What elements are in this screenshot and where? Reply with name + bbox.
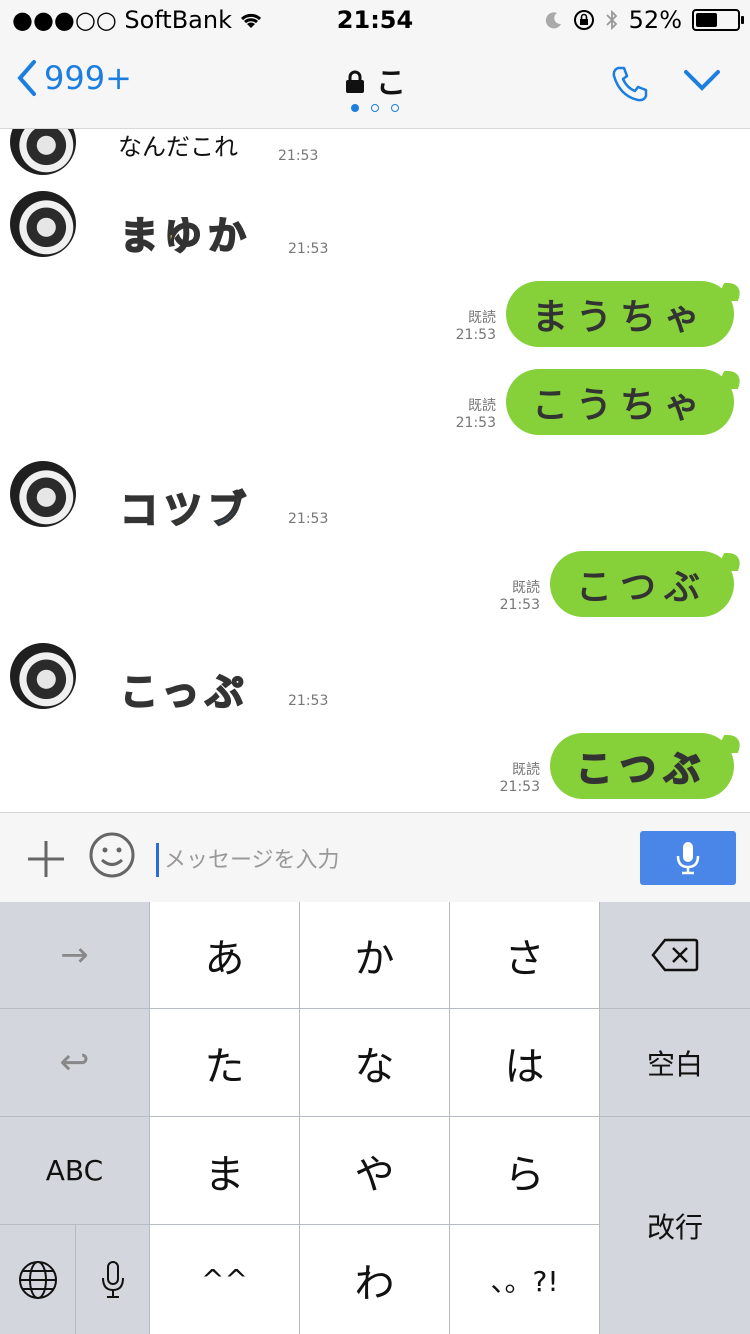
- arrow-right-icon: →: [60, 935, 89, 975]
- page-dot: [371, 104, 379, 112]
- message-time: 21:53: [455, 415, 496, 431]
- message-time: 21:53: [288, 241, 329, 257]
- message-time: 21:53: [288, 693, 329, 709]
- chat-history[interactable]: なんだこれ 21:53 まゆか 21:53 既読 21:53 まうちゃ 既読 2…: [0, 129, 750, 812]
- battery-percent: 52%: [628, 6, 682, 34]
- smile-icon: [89, 832, 135, 878]
- avatar[interactable]: [10, 191, 76, 257]
- read-receipt: 既読: [468, 398, 496, 414]
- sticker-char: ゆ: [163, 213, 209, 259]
- sent-bubble[interactable]: まうちゃ: [506, 281, 734, 347]
- sticker-char: ま: [119, 213, 165, 259]
- message-row: 既読 21:53 こつぶ: [0, 733, 750, 803]
- dictation-key[interactable]: [76, 1225, 150, 1334]
- avatar[interactable]: [10, 461, 76, 527]
- message-row: 既読 21:53 こつぶ: [0, 551, 750, 621]
- next-candidate-key[interactable]: →: [0, 902, 150, 1009]
- sticker-char: っ: [160, 669, 206, 715]
- chat-title-text: こ: [376, 66, 406, 101]
- read-receipt: 既読: [512, 580, 540, 596]
- sticker[interactable]: こっぷ: [119, 661, 250, 716]
- key-ma[interactable]: ま: [150, 1117, 300, 1225]
- menu-dropdown-button[interactable]: [682, 68, 722, 98]
- key-na[interactable]: な: [300, 1009, 450, 1117]
- key-ka[interactable]: か: [300, 902, 450, 1009]
- read-receipt: 既読: [468, 310, 496, 326]
- undo-icon: ↩: [59, 1042, 90, 1083]
- input-bar: [0, 812, 750, 903]
- key-ha[interactable]: は: [450, 1009, 600, 1117]
- message-time: 21:53: [288, 511, 329, 527]
- call-button[interactable]: [610, 64, 650, 108]
- battery-tip: [741, 16, 744, 24]
- chevron-down-icon: [684, 70, 720, 91]
- delete-key[interactable]: [600, 902, 750, 1009]
- key-ya[interactable]: や: [300, 1117, 450, 1225]
- message-row: こっぷ 21:53: [0, 643, 750, 733]
- moon-icon: [545, 12, 561, 29]
- key-ta[interactable]: た: [150, 1009, 300, 1117]
- sticker-char: ブ: [207, 487, 253, 533]
- sticker-char: ツ: [163, 487, 209, 533]
- battery-level: [696, 13, 717, 27]
- plus-icon: [28, 841, 64, 877]
- message-time: 21:53: [499, 779, 540, 795]
- key-wa[interactable]: わ: [300, 1225, 450, 1334]
- read-receipt: 既読: [512, 762, 540, 778]
- status-bar: ●●●○○ SoftBank 21:54 52%: [0, 0, 750, 40]
- sent-bubble[interactable]: こうちゃ: [506, 369, 734, 435]
- abc-key[interactable]: ABC: [0, 1117, 150, 1225]
- status-right: 52%: [545, 6, 744, 34]
- rotation-lock-icon: [573, 10, 594, 30]
- message-time: 21:53: [278, 148, 319, 164]
- space-key[interactable]: 空白: [600, 1009, 750, 1117]
- sticker[interactable]: コツブ: [119, 479, 253, 534]
- lock-icon: [344, 67, 366, 102]
- sent-bubble[interactable]: こつぶ: [550, 551, 734, 617]
- bluetooth-icon: [606, 9, 617, 31]
- message-row: まゆか 21:53: [0, 191, 750, 281]
- battery-icon: [692, 9, 744, 31]
- return-key[interactable]: 改行: [600, 1117, 750, 1334]
- key-face[interactable]: ^^: [150, 1225, 300, 1334]
- message-row: 既読 21:53 こうちゃ: [0, 369, 750, 439]
- key-ra[interactable]: ら: [450, 1117, 600, 1225]
- page-dot: [351, 104, 359, 112]
- message-time: 21:53: [455, 327, 496, 343]
- undo-key[interactable]: ↩: [0, 1009, 150, 1117]
- sticker-char: コ: [119, 487, 165, 533]
- sticker[interactable]: まゆか: [119, 205, 253, 260]
- emoji-button[interactable]: [88, 831, 136, 883]
- nav-bar: 999+ こ: [0, 40, 750, 129]
- sticker-char: ぷ: [204, 669, 250, 715]
- phone-icon: [612, 66, 648, 102]
- add-attachment-button[interactable]: [26, 839, 66, 883]
- sticker-char: か: [207, 213, 253, 259]
- message-time: 21:53: [499, 597, 540, 613]
- avatar[interactable]: [10, 643, 76, 709]
- microphone-icon: [101, 1260, 124, 1298]
- text-caret: [156, 843, 159, 877]
- message-row: コツブ 21:53: [0, 461, 750, 551]
- message-row: 既読 21:53 まうちゃ: [0, 281, 750, 351]
- message-input[interactable]: [162, 841, 626, 879]
- globe-key[interactable]: [0, 1225, 76, 1334]
- page-dot: [391, 104, 399, 112]
- key-punctuation[interactable]: 、。?!: [450, 1225, 600, 1334]
- globe-icon: [18, 1260, 57, 1299]
- voice-input-button[interactable]: [640, 831, 736, 885]
- key-a[interactable]: あ: [150, 902, 300, 1009]
- sticker-char: こ: [119, 669, 162, 715]
- key-sa[interactable]: さ: [450, 902, 600, 1009]
- sent-bubble[interactable]: こつぶ: [550, 733, 734, 799]
- backspace-icon: [651, 938, 699, 972]
- microphone-icon: [676, 842, 700, 875]
- keyboard: → あ か さ ↩ た な は 空白 ABC ま や ら 改行 ^^ わ 、。?…: [0, 902, 750, 1334]
- avatar[interactable]: [10, 129, 76, 175]
- message-input-wrapper: [156, 841, 626, 879]
- message-text: なんだこれ: [118, 133, 238, 161]
- message-row: なんだこれ 21:53: [0, 129, 750, 189]
